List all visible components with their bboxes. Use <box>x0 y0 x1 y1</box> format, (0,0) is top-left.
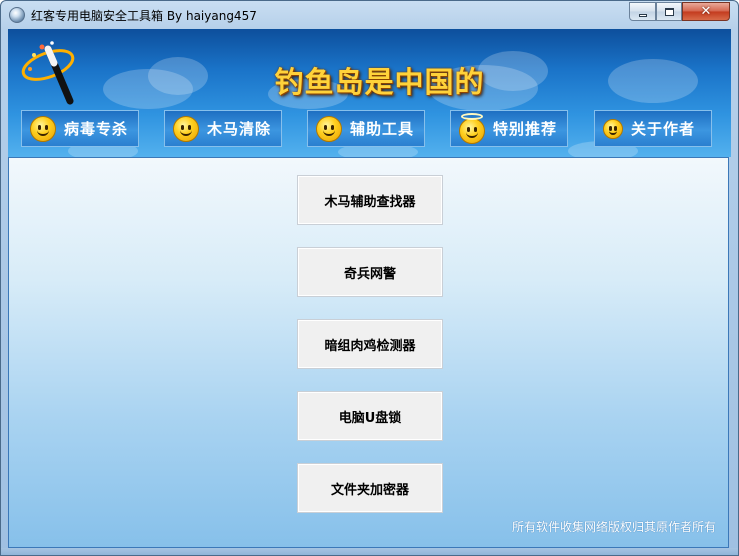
banner: 钓鱼岛是中国的 病毒专杀 木马清除 辅助工具 特别推荐 关于作者 <box>8 29 731 157</box>
smiley-icon <box>316 115 342 142</box>
maximize-button[interactable] <box>656 2 682 21</box>
angel-smiley-icon <box>459 112 485 144</box>
smiley-icon <box>30 115 56 142</box>
title-bar[interactable]: 红客专用电脑安全工具箱 By haiyang457 ✕ <box>1 1 738 29</box>
trojan-finder-button[interactable]: 木马辅助查找器 <box>297 175 443 225</box>
zombie-detector-button[interactable]: 暗组肉鸡检测器 <box>297 319 443 369</box>
banner-title: 钓鱼岛是中国的 <box>274 65 485 99</box>
close-button[interactable]: ✕ <box>682 2 730 21</box>
tab-label: 木马清除 <box>207 120 272 138</box>
qibing-police-button[interactable]: 奇兵网警 <box>297 247 443 297</box>
minimize-button[interactable] <box>629 2 656 21</box>
app-window: 红客专用电脑安全工具箱 By haiyang457 ✕ 钓鱼岛是中国的 病毒专杀 <box>0 0 739 556</box>
tool-panel: 木马辅助查找器 奇兵网警 暗组肉鸡检测器 电脑U盘锁 文件夹加密器 所有软件收集… <box>8 157 729 548</box>
app-icon[interactable] <box>9 7 25 23</box>
tab-special-recommend[interactable]: 特别推荐 <box>450 110 568 147</box>
maximize-icon <box>665 8 674 16</box>
folder-encryptor-button[interactable]: 文件夹加密器 <box>297 463 443 513</box>
window-bottom-border <box>1 548 738 555</box>
minimize-icon <box>639 14 647 17</box>
tab-about-author[interactable]: 关于作者 <box>594 110 712 147</box>
tab-label: 病毒专杀 <box>64 120 129 138</box>
tab-label: 特别推荐 <box>493 120 558 138</box>
tab-label: 辅助工具 <box>350 120 415 138</box>
tab-auxiliary-tools[interactable]: 辅助工具 <box>307 110 425 147</box>
small-smiley-icon <box>603 118 623 139</box>
tab-trojan-removal[interactable]: 木马清除 <box>164 110 282 147</box>
tab-virus-removal[interactable]: 病毒专杀 <box>21 110 139 147</box>
close-icon: ✕ <box>700 4 712 19</box>
copyright-notice: 所有软件收集网络版权归其原作者所有 <box>511 520 716 534</box>
usb-lock-button[interactable]: 电脑U盘锁 <box>297 391 443 441</box>
tab-label: 关于作者 <box>631 120 696 138</box>
tongue-smiley-icon <box>173 115 199 142</box>
window-title: 红客专用电脑安全工具箱 By haiyang457 <box>31 9 257 23</box>
